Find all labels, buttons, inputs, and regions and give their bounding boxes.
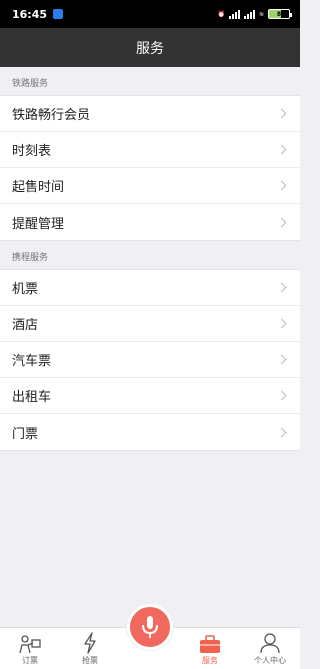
section-railway: 铁路服务 铁路畅行会员 时刻表 起售时间 提醒管理 — [0, 73, 300, 241]
wifi-icon: ≋ — [258, 10, 264, 18]
list-item-label: 机票 — [12, 282, 39, 297]
tab-label: 服务 — [202, 656, 218, 665]
list-item-label: 出租车 — [12, 390, 52, 405]
notification-icon — [53, 9, 64, 19]
chevron-right-icon — [276, 108, 287, 119]
chevron-right-icon — [276, 180, 287, 191]
list-item-attraction-tickets[interactable]: 门票 — [0, 414, 300, 450]
list-item-flights[interactable]: 机票 — [0, 270, 300, 306]
booking-icon — [19, 635, 41, 654]
alarm-icon: ⏰ — [217, 10, 225, 18]
tab-voice — [120, 604, 180, 669]
status-bar: 16:45 ⏰ ≋ 8 — [0, 0, 300, 28]
list-item-label: 时刻表 — [12, 144, 52, 159]
signal-2-icon — [243, 9, 255, 19]
nav-bar: 服务 — [0, 28, 300, 67]
suitcase-icon — [200, 635, 220, 653]
list-item-sale-time[interactable]: 起售时间 — [0, 168, 300, 204]
lightning-icon — [84, 632, 96, 654]
chevron-right-icon — [276, 354, 287, 365]
chevron-right-icon — [276, 144, 287, 155]
tab-label: 抢票 — [82, 656, 98, 665]
list-item-label: 铁路畅行会员 — [12, 108, 91, 123]
signal-icon — [228, 9, 240, 19]
person-icon — [260, 633, 280, 654]
list-item-label: 提醒管理 — [12, 216, 65, 232]
list-group: 铁路畅行会员 时刻表 起售时间 提醒管理 — [0, 95, 300, 241]
tab-profile[interactable]: 个人中心 — [240, 628, 300, 669]
section-ctrip: 携程服务 机票 酒店 汽车票 出租车 门票 — [0, 247, 300, 451]
list-item-taxi[interactable]: 出租车 — [0, 378, 300, 414]
tab-bar: 订票 抢票 服务 个人中心 — [0, 604, 300, 669]
tab-services[interactable]: 服务 — [180, 628, 240, 669]
list-item-hotels[interactable]: 酒店 — [0, 306, 300, 342]
status-icons: ⏰ ≋ 8 — [217, 9, 292, 19]
tab-grab-tickets[interactable]: 抢票 — [60, 628, 120, 669]
list-item-bus-tickets[interactable]: 汽车票 — [0, 342, 300, 378]
chevron-right-icon — [276, 318, 287, 329]
list-item-label: 酒店 — [12, 318, 39, 333]
list-item-label: 门票 — [12, 426, 39, 442]
list-item-label: 起售时间 — [12, 180, 65, 195]
tab-label: 订票 — [22, 656, 38, 665]
tab-label: 个人中心 — [254, 656, 286, 665]
battery-icon: 8 — [268, 9, 292, 19]
microphone-icon — [142, 616, 158, 638]
chevron-right-icon — [276, 390, 287, 401]
section-title: 铁路服务 — [12, 79, 49, 89]
list-item-timetable[interactable]: 时刻表 — [0, 132, 300, 168]
section-title: 携程服务 — [12, 253, 49, 263]
battery-level: 8 — [276, 10, 282, 18]
chevron-right-icon — [276, 282, 287, 293]
chevron-right-icon — [276, 427, 287, 437]
voice-button[interactable] — [127, 604, 173, 650]
list-group: 机票 酒店 汽车票 出租车 门票 — [0, 269, 300, 451]
list-item-reminders[interactable]: 提醒管理 — [0, 204, 300, 240]
list-item-label: 汽车票 — [12, 354, 52, 369]
chevron-right-icon — [276, 217, 287, 227]
list-item-railway-member[interactable]: 铁路畅行会员 — [0, 96, 300, 132]
status-time: 16:45 — [12, 7, 48, 21]
tab-booking[interactable]: 订票 — [0, 628, 60, 669]
page-title: 服务 — [136, 40, 164, 57]
